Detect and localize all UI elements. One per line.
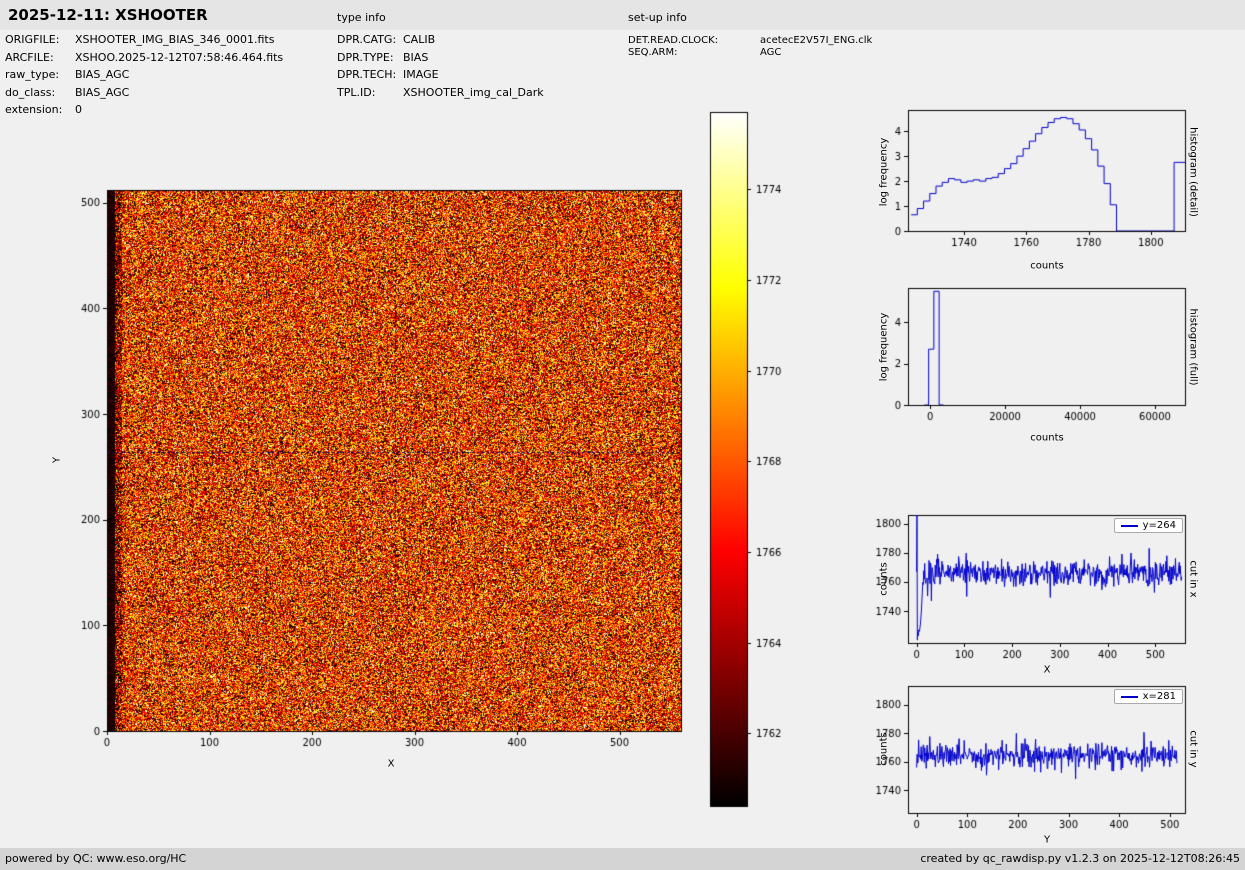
cut-y-side-label: cut in y bbox=[1187, 730, 1199, 768]
cut-x-xlabel: X bbox=[1043, 664, 1051, 676]
main-ylabel: Y bbox=[51, 456, 63, 464]
meta-key: DPR.TYPE: bbox=[337, 50, 394, 64]
meta-row: DPR.TYPE: BIAS bbox=[337, 51, 544, 69]
meta-key: ORIGFILE: bbox=[5, 33, 60, 46]
meta-key: DET.READ.CLOCK: bbox=[628, 35, 719, 46]
meta-value: BIAS_AGC bbox=[75, 68, 130, 81]
metadata-type-block: DPR.CATG: CALIB DPR.TYPE: BIAS DPR.TECH: IMAG… bbox=[337, 33, 544, 103]
hist-detail-xlabel: counts bbox=[1030, 260, 1064, 272]
meta-key: DPR.TECH: bbox=[337, 68, 397, 81]
meta-key: ARCFILE: bbox=[5, 50, 54, 64]
meta-key: TPL.ID: bbox=[337, 85, 376, 99]
cut-y-xlabel: Y bbox=[1043, 834, 1051, 846]
cut-x-legend-label: y=264 bbox=[1142, 520, 1176, 531]
meta-value: AGC bbox=[760, 46, 782, 58]
hist-detail-side-label: histogram (detail) bbox=[1187, 127, 1199, 217]
meta-value: 0 bbox=[75, 103, 82, 116]
metadata-file-block: ORIGFILE: XSHOOTER_IMG_BIAS_346_0001.fits… bbox=[5, 33, 283, 121]
meta-key: DPR.CATG: bbox=[337, 33, 397, 46]
meta-row: TPL.ID: XSHOOTER_img_cal_Dark bbox=[337, 86, 544, 104]
metadata-setup-block: DET.READ.CLOCK: acetecE2V57I_ENG.clk SEQ.A… bbox=[628, 35, 872, 58]
cut-x-side-label: cut in x bbox=[1187, 560, 1199, 598]
meta-row: DPR.CATG: CALIB bbox=[337, 33, 544, 51]
histogram-full-figure bbox=[870, 278, 1200, 423]
meta-value: XSHOO.2025-12-12T07:58:46.464.fits bbox=[75, 50, 284, 64]
histogram-detail-figure bbox=[870, 98, 1200, 248]
type-info-label: type info bbox=[337, 11, 386, 24]
legend-line-icon bbox=[1120, 524, 1138, 527]
meta-key: do_class: bbox=[5, 85, 56, 99]
setup-info-label: set-up info bbox=[628, 11, 687, 24]
cut-x-legend: y=264 bbox=[1113, 518, 1183, 533]
meta-key: extension: bbox=[5, 103, 63, 116]
meta-row: ORIGFILE: XSHOOTER_IMG_BIAS_346_0001.fits bbox=[5, 33, 283, 51]
meta-row: ARCFILE: XSHOO.2025-12-12T07:58:46.464.fi… bbox=[5, 51, 283, 69]
meta-value: XSHOOTER_IMG_BIAS_346_0001.fits bbox=[75, 33, 275, 46]
legend-line-icon bbox=[1120, 695, 1138, 698]
colorbar bbox=[706, 108, 801, 812]
meta-key: raw_type: bbox=[5, 68, 60, 81]
page-title: 2025-12-11: XSHOOTER bbox=[8, 6, 208, 24]
hist-detail-ylabel: log frequency bbox=[878, 137, 890, 207]
meta-value: acetecE2V57I_ENG.clk bbox=[760, 35, 873, 46]
meta-row: DET.READ.CLOCK: acetecE2V57I_ENG.clk bbox=[628, 35, 872, 47]
footer-created-info: created by qc_rawdisp.py v1.2.3 on 2025-… bbox=[920, 852, 1240, 865]
meta-row: raw_type: BIAS_AGC bbox=[5, 68, 283, 86]
qc-report-page: 2025-12-11: XSHOOTER type info set-up in… bbox=[0, 0, 1245, 870]
meta-value: IMAGE bbox=[403, 68, 439, 81]
footer-bar: powered by QC: www.eso.org/HC created by… bbox=[0, 848, 1245, 870]
header-bar: 2025-12-11: XSHOOTER type info set-up in… bbox=[0, 0, 1245, 30]
meta-value: CALIB bbox=[403, 33, 436, 46]
footer-credit: powered by QC: www.eso.org/HC bbox=[5, 852, 187, 865]
cut-x-ylabel: counts bbox=[878, 562, 890, 596]
hist-full-xlabel: counts bbox=[1030, 432, 1064, 444]
main-xlabel: X bbox=[387, 758, 395, 770]
meta-value: BIAS_AGC bbox=[75, 85, 130, 99]
meta-value: XSHOOTER_img_cal_Dark bbox=[403, 85, 544, 99]
cut-y-legend: x=281 bbox=[1113, 689, 1183, 704]
meta-row: DPR.TECH: IMAGE bbox=[337, 68, 544, 86]
meta-row: extension: 0 bbox=[5, 103, 283, 121]
cut-y-ylabel: counts bbox=[878, 732, 890, 766]
meta-key: SEQ.ARM: bbox=[628, 46, 678, 58]
hist-full-ylabel: log frequency bbox=[878, 312, 890, 382]
bias-image-figure bbox=[55, 182, 700, 772]
meta-row: do_class: BIAS_AGC bbox=[5, 86, 283, 104]
meta-row: SEQ.ARM: AGC bbox=[628, 47, 872, 59]
cut-y-legend-label: x=281 bbox=[1142, 691, 1176, 702]
hist-full-side-label: histogram (full) bbox=[1187, 308, 1199, 386]
meta-value: BIAS bbox=[403, 50, 429, 64]
